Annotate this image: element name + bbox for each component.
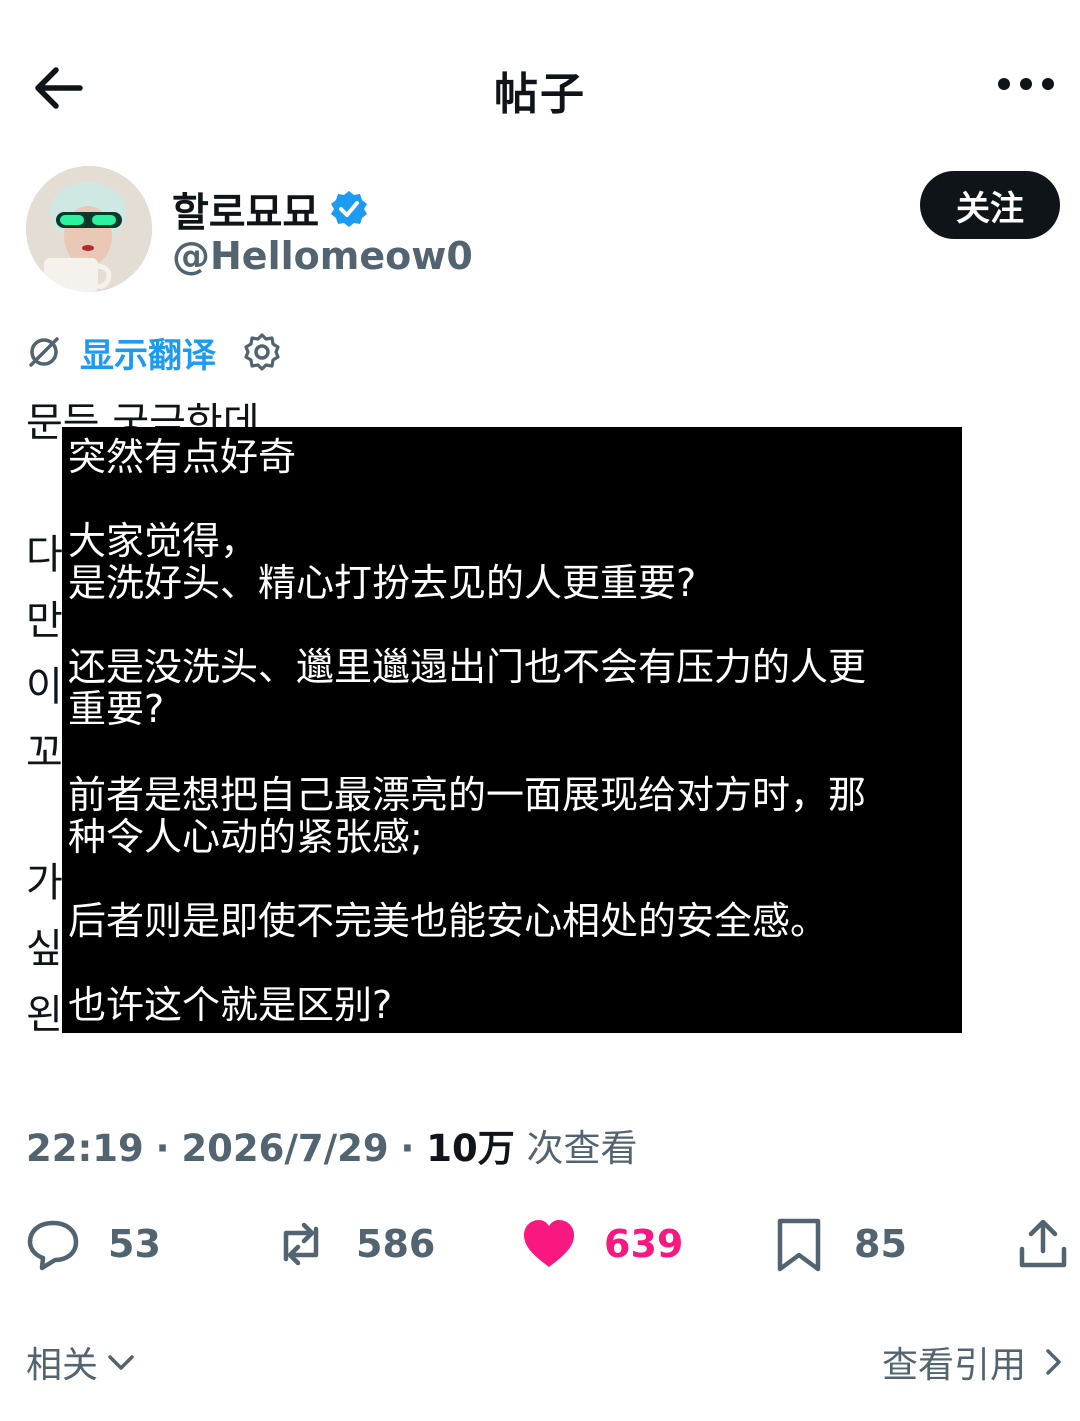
reply-icon — [27, 1220, 79, 1271]
view-quotes-link[interactable]: 查看引用 — [882, 1336, 1070, 1388]
action-bar: 53 586 639 85 — [0, 1208, 1080, 1280]
repost-icon — [283, 1222, 319, 1266]
overlay-line: 重要? — [68, 687, 165, 731]
heart-filled-icon — [524, 1220, 574, 1267]
overlay-line: 前者是想把自己最漂亮的一面展现给对方时，那 — [68, 773, 867, 817]
translate-row: 显示翻译 — [26, 326, 282, 378]
avatar[interactable] — [26, 166, 152, 292]
meta-separator: · — [400, 1127, 415, 1170]
view-quotes-label: 查看引用 — [881, 1345, 1026, 1386]
views-count[interactable]: 10万 — [426, 1127, 515, 1170]
bookmark-count: 85 — [854, 1222, 907, 1266]
post-text-fragment: 꼬 — [26, 730, 63, 776]
top-bar: 帖子 — [0, 40, 1080, 132]
overlay-line: 也许这个就是区别? — [68, 983, 393, 1027]
related-toggle[interactable]: 相关 — [26, 1336, 138, 1388]
post-time: 22:19 — [26, 1127, 144, 1170]
post-text-fragment: 가 — [26, 860, 63, 906]
bookmark-button[interactable]: 85 — [770, 1208, 907, 1280]
like-count: 639 — [604, 1222, 684, 1266]
verified-badge-icon — [331, 191, 368, 227]
bookmark-icon — [777, 1218, 821, 1272]
overlay-line: 种令人心动的紧张感; — [68, 815, 423, 859]
overlay-line: 大家觉得， — [68, 519, 259, 563]
meta-separator: · — [155, 1127, 170, 1170]
page-title: 帖子 — [494, 69, 586, 120]
repost-button[interactable]: 586 — [272, 1208, 435, 1280]
more-horizontal-icon — [998, 78, 1054, 90]
like-button[interactable]: 639 — [520, 1208, 683, 1280]
translation-overlay: 突然有点好奇 大家觉得， 是洗好头、精心打扮去见的人更重要? 还是没洗头、邋里邋… — [62, 427, 962, 1033]
repost-count: 586 — [356, 1222, 436, 1266]
views-label: 次查看 — [526, 1127, 638, 1170]
share-icon — [1019, 1219, 1067, 1268]
show-translation-link[interactable]: 显示翻译 — [80, 328, 216, 377]
gear-icon[interactable] — [242, 332, 282, 372]
avatar-image — [26, 166, 152, 292]
post-text-fragment: 왼 — [26, 992, 63, 1038]
display-name[interactable]: 할로묘묘 — [172, 180, 319, 238]
post-date: 2026/7/29 — [181, 1127, 389, 1170]
post-text-fragment: 이 — [26, 664, 63, 710]
overlay-line: 后者则是即使不完美也能安心相处的安全感。 — [68, 899, 829, 943]
post-detail-page: 帖子 할로묘묘 @Hellomeow0 关注 显示翻译 문득 궁금한데 다 만 … — [0, 0, 1080, 1421]
overlay-line: 还是没洗头、邋里邋遢出门也不会有压力的人更 — [68, 645, 867, 689]
related-label: 相关 — [26, 1345, 99, 1386]
follow-button[interactable]: 关注 — [920, 171, 1060, 239]
translate-off-icon — [29, 337, 59, 367]
overlay-line: 是洗好头、精心打扮去见的人更重要? — [68, 561, 697, 605]
user-handle[interactable]: @Hellomeow0 — [172, 234, 473, 278]
chevron-right-icon — [1046, 1349, 1061, 1375]
post-meta: 22:19 · 2026/7/29 · 10万 次查看 — [26, 1118, 637, 1172]
post-text-fragment: 싶 — [26, 926, 63, 972]
overlay-line: 突然有点好奇 — [68, 435, 297, 479]
more-button[interactable] — [994, 62, 1058, 106]
reply-count: 53 — [108, 1222, 161, 1266]
share-button[interactable] — [1014, 1208, 1072, 1280]
chevron-down-icon — [108, 1355, 134, 1370]
reply-button[interactable]: 53 — [24, 1208, 161, 1280]
post-text-fragment: 다 — [26, 532, 63, 578]
display-name-row: 할로묘묘 — [172, 180, 369, 238]
post-text-fragment: 만 — [26, 598, 63, 644]
